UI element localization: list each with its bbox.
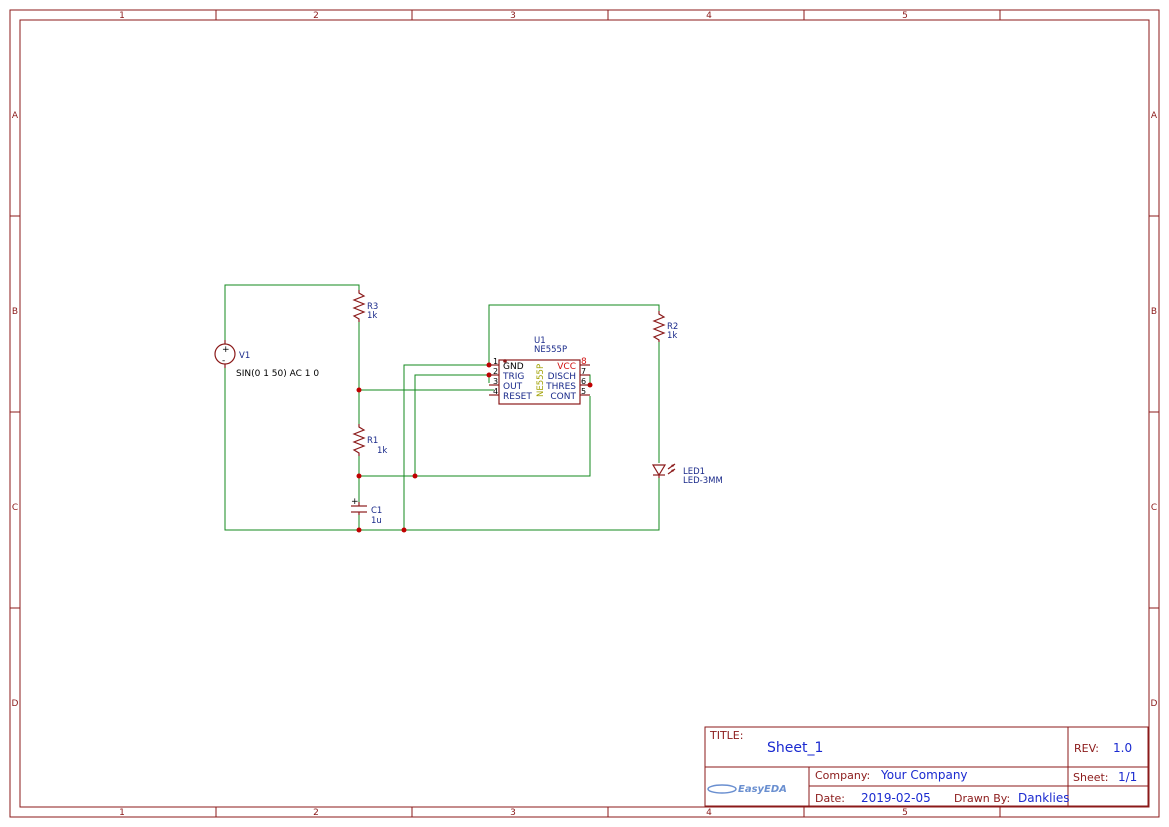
junction-dot [356,527,362,533]
zone-row-a-right: A [1151,111,1158,121]
company-value: Your Company [880,768,968,782]
component-r3[interactable]: R3 1k [352,290,378,322]
sheet-value: 1/1 [1118,770,1137,784]
u1-pin-name-gnd: GND [503,362,524,372]
c1-plus-sign: + [351,497,359,507]
v1-ref-label: V1 [239,351,250,361]
led-icon [651,464,667,477]
sheet-title: Sheet_1 [767,740,823,756]
led1-value-label: LED-3MM [683,476,723,486]
zone-col-1-bottom: 1 [119,808,125,818]
u1-pin-name-vcc: VCC [557,362,576,372]
u1-pin-name-disch: DISCH [548,372,576,382]
zone-row-b-right: B [1151,307,1157,317]
r1-value-label: 1k [377,446,387,456]
resistor-icon [352,424,366,456]
junction-dot [401,527,407,533]
easyeda-logo: EasyEDA [707,784,787,795]
u1-pin-num-3: 3 [493,377,498,386]
c1-ref-label: C1 [371,506,382,516]
zone-col-2-top: 2 [313,11,319,21]
u1-value-label: NE555P [534,345,567,355]
wire-node-cont[interactable] [359,396,591,477]
u1-pin-num-4: 4 [493,387,498,396]
zone-row-b-left: B [12,307,18,317]
u1-pin-name-reset: RESET [503,392,532,402]
wires [224,284,660,531]
c1-value-label: 1u [371,516,382,526]
v1-value-label: SIN(0 1 50) AC 1 0 [236,369,319,379]
zone-row-c-right: C [1151,503,1157,513]
sheet-frame: 1 2 3 4 5 1 2 3 4 5 A B C D A B C D [9,9,1160,818]
title-label: TITLE: [709,729,743,742]
sheet-label: Sheet: [1073,771,1109,784]
u1-pin-name-thres: THRES [545,382,576,392]
wire-v1-r3[interactable] [224,284,360,340]
zone-col-3-top: 3 [510,11,516,21]
u1-pin-num-1: 1 [493,357,498,366]
title-block: TITLE: Sheet_1 REV: 1.0 Company: Your Co… [704,726,1149,807]
rev-value: 1.0 [1113,741,1132,755]
u1-pin-num-7: 7 [581,367,586,376]
zone-col-3-bottom: 3 [510,808,516,818]
component-r2[interactable]: R2 1k [652,311,678,342]
rev-label: REV: [1074,742,1099,755]
junction-dot [412,473,418,479]
drawn-by-value: Danklies [1018,791,1069,805]
component-u1[interactable]: U1 NE555P 1 2 3 4 GND TRIG OUT RESET 8 7… [489,336,590,405]
zone-row-d-left: D [12,699,19,709]
zone-col-5-top: 5 [902,11,908,21]
u1-pin-num-8: 8 [581,357,587,367]
wire-vcc-loop[interactable] [488,304,660,365]
junction-dot [356,473,362,479]
v1-plus-sign: + [222,345,230,355]
u1-pin-num-2: 2 [493,367,498,376]
zone-row-c-left: C [12,503,18,513]
wire-ground-rail[interactable] [224,368,660,531]
zone-col-4-top: 4 [706,11,712,21]
r2-value-label: 1k [667,331,677,341]
zone-col-1-top: 1 [119,11,125,21]
u1-pin-name-trig: TRIG [502,372,524,382]
logo-text: EasyEDA [738,784,787,795]
component-v1[interactable]: + - V1 SIN(0 1 50) AC 1 0 [214,340,319,379]
u1-pin-name-out: OUT [503,382,523,392]
cloud-icon [707,784,737,794]
u1-body-label: NE555P [536,364,546,397]
zone-row-d-right: D [1151,699,1158,709]
zone-row-a-left: A [12,111,19,121]
zone-col-2-bottom: 2 [313,808,319,818]
component-led1[interactable]: LED1 LED-3MM [651,463,723,486]
zone-col-5-bottom: 5 [902,808,908,818]
date-label: Date: [815,792,845,805]
resistor-icon [652,311,666,342]
u1-pin-num-5: 5 [581,387,586,396]
drawn-by-label: Drawn By: [954,792,1010,805]
component-r1[interactable]: R1 1k [352,424,387,456]
zone-col-4-bottom: 4 [706,808,712,818]
v1-minus-sign: - [222,356,225,366]
schematic-canvas: 1 2 3 4 5 1 2 3 4 5 A B C D A B C D + - … [9,9,1160,818]
date-value: 2019-02-05 [861,791,931,805]
component-c1[interactable]: + C1 1u [351,497,382,526]
company-label: Company: [815,769,870,782]
u1-pin-num-6: 6 [581,377,586,386]
resistor-icon [352,290,366,322]
junction-dot [356,387,362,393]
r1-ref-label: R1 [367,436,378,446]
r3-value-label: 1k [367,311,377,321]
u1-pin-name-cont: CONT [550,392,576,402]
